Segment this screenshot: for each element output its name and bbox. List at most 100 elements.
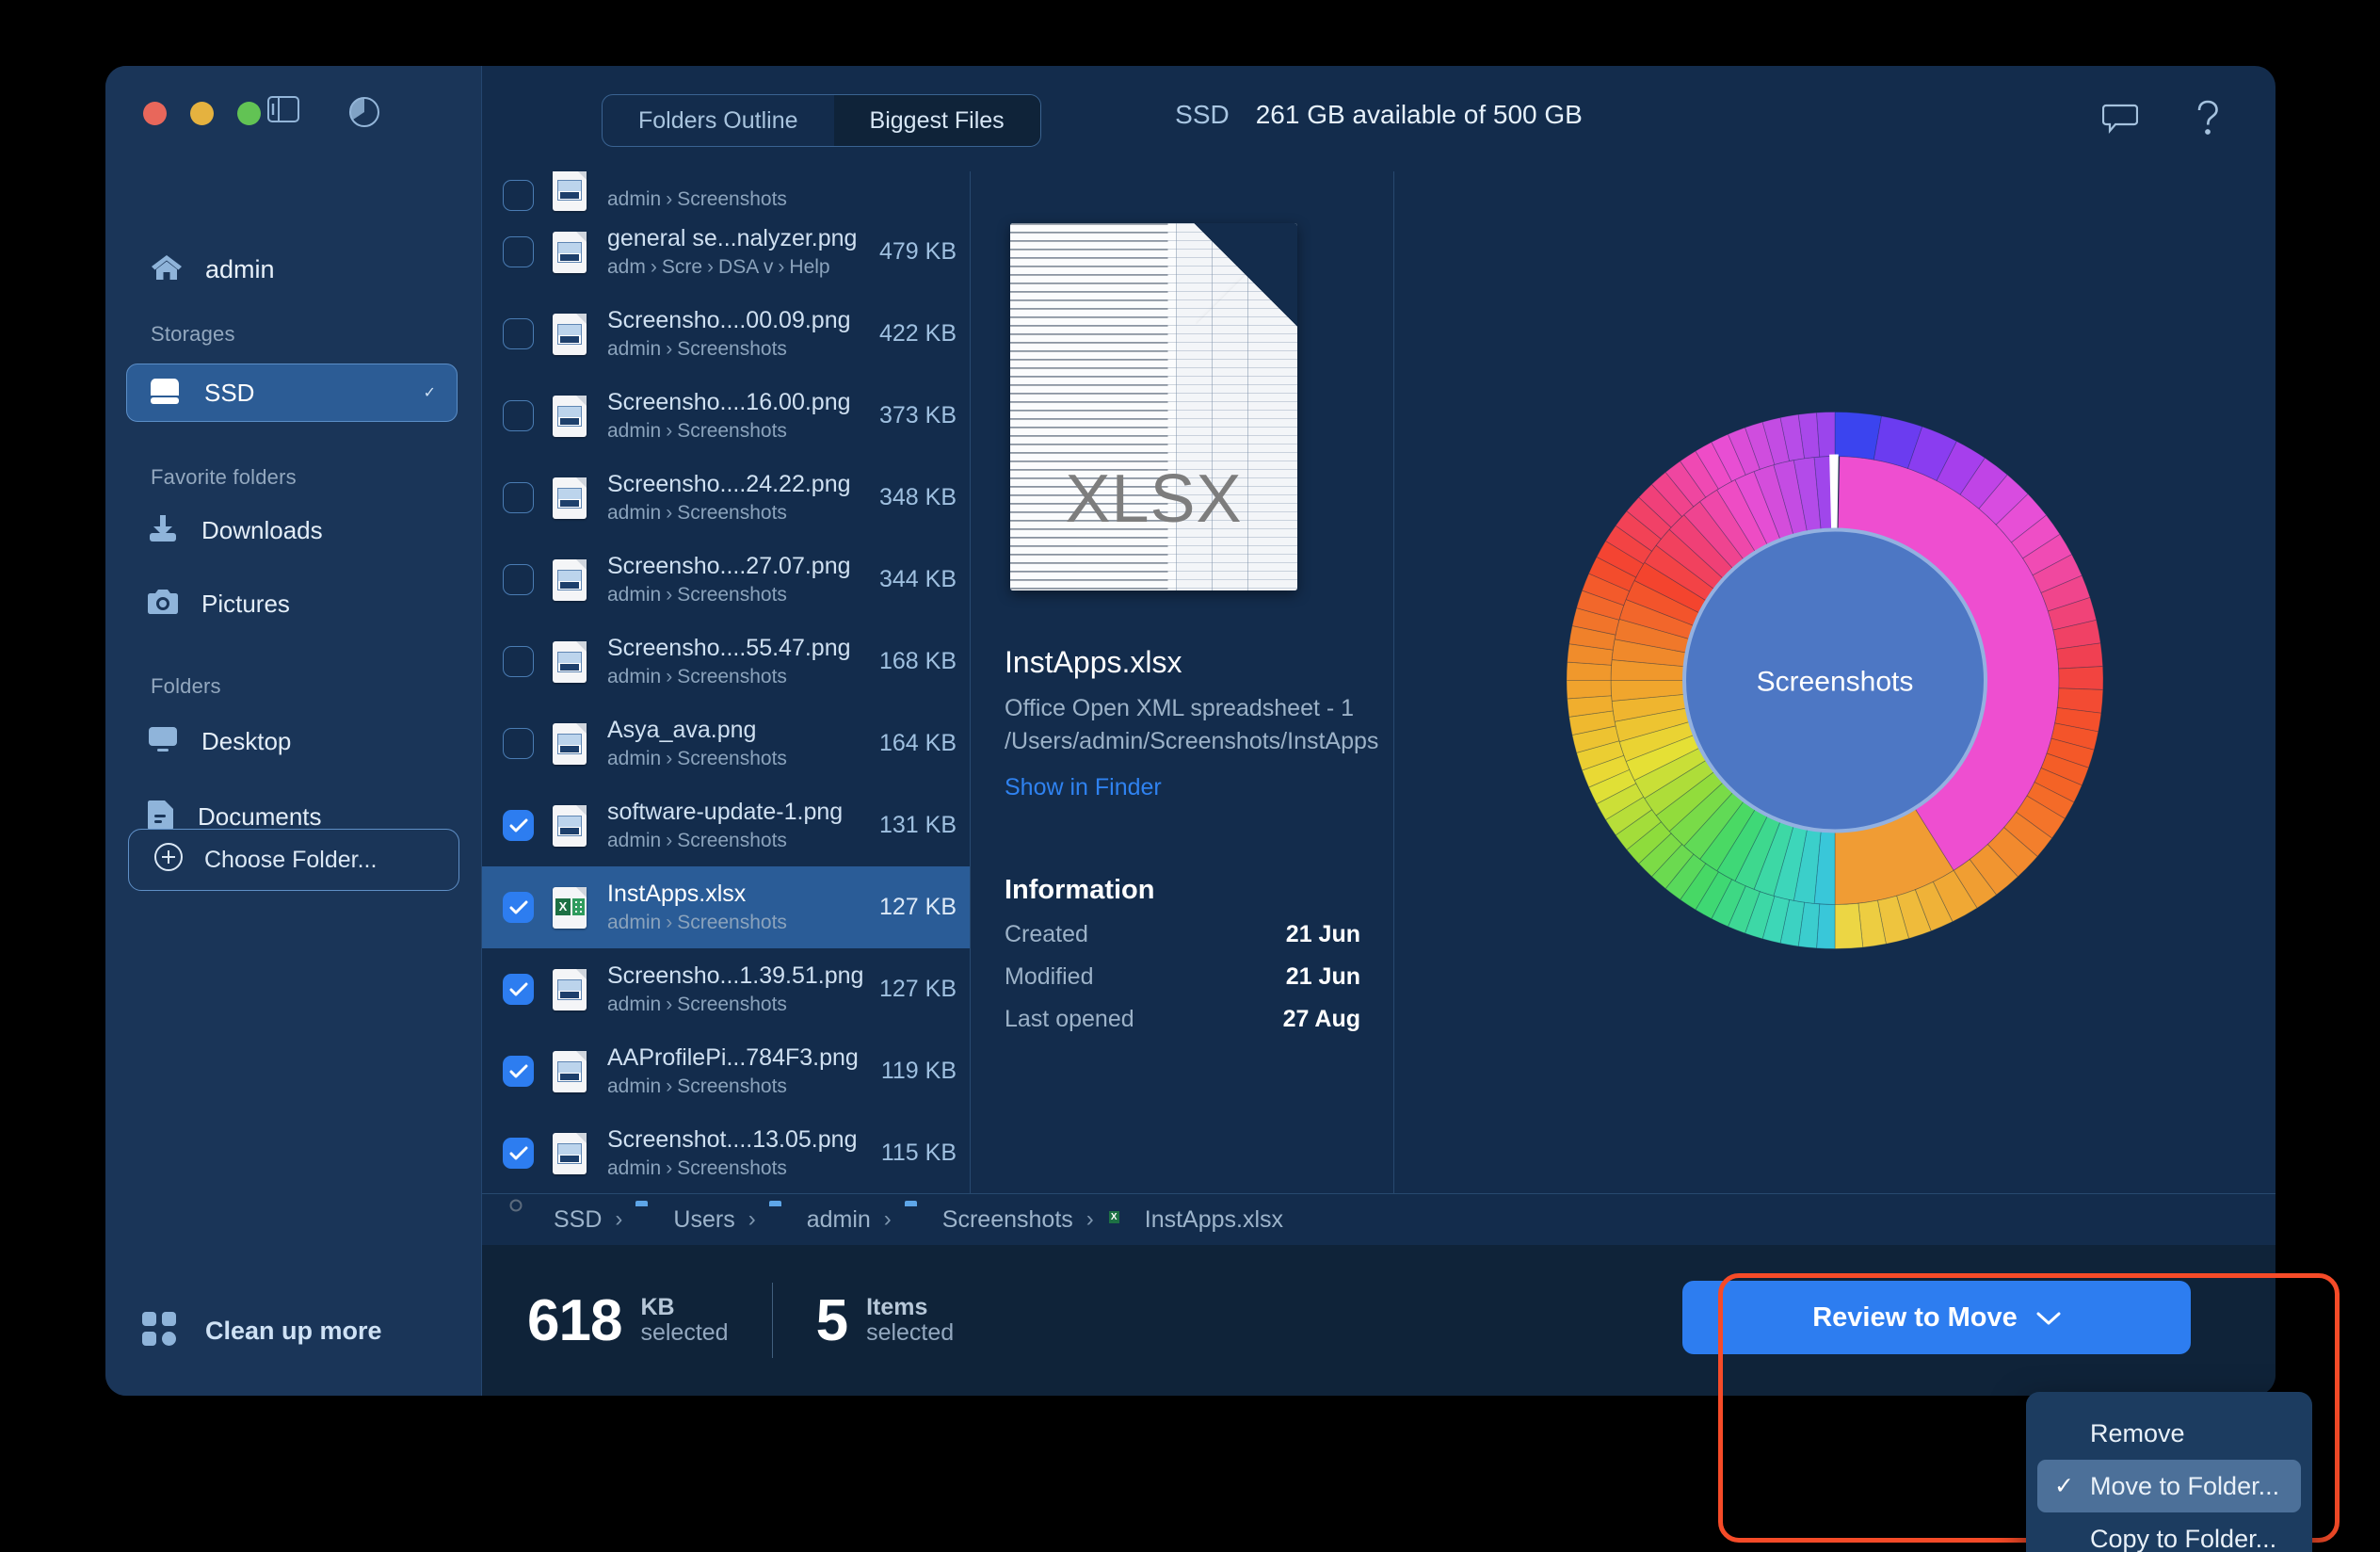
file-preview-thumbnail: XLSX bbox=[1010, 223, 1297, 590]
file-row[interactable]: Screensho....24.22.png admin › Screenshots 3… bbox=[482, 457, 970, 539]
sidebar-section-favorites: Favorite folders bbox=[151, 465, 297, 489]
file-row-checkbox[interactable] bbox=[503, 318, 534, 349]
info-key: Created bbox=[1005, 921, 1088, 947]
breadcrumb-item[interactable]: SSD bbox=[516, 1205, 602, 1234]
file-row-checkbox[interactable] bbox=[503, 236, 534, 267]
sidebar-item-ssd[interactable]: SSD ✓ bbox=[126, 364, 458, 422]
file-row[interactable]: Asya_ava.png admin › Screenshots 164 KB bbox=[482, 703, 970, 784]
png-file-icon bbox=[553, 804, 587, 847]
folder-icon bbox=[769, 1205, 796, 1234]
detail-file-title: InstApps.xlsx bbox=[1005, 645, 1182, 679]
file-row-size: 422 KB bbox=[878, 320, 957, 347]
file-row-checkbox[interactable] bbox=[503, 810, 534, 841]
file-row-meta: Screensho....16.00.png admin › Screenshots bbox=[607, 389, 879, 443]
png-file-icon bbox=[553, 722, 587, 765]
file-row-name: Screenshot....13.05.png bbox=[607, 1126, 858, 1153]
file-row-checkbox[interactable] bbox=[503, 646, 534, 677]
sidebar-item-pictures[interactable]: Pictures bbox=[126, 574, 458, 633]
file-row[interactable]: software-update-1.png admin › Screenshots 13… bbox=[482, 784, 970, 866]
sidebar: admin Storages SSD ✓ Favorite folders Do… bbox=[105, 66, 482, 1396]
screen-root: admin Storages SSD ✓ Favorite folders Do… bbox=[0, 0, 2380, 1552]
close-window-button[interactable] bbox=[143, 102, 167, 125]
file-row[interactable]: Screensho....16.00.png admin › Screenshots 3… bbox=[482, 375, 970, 457]
file-row[interactable]: Screensho....00.09.png admin › Screenshots 4… bbox=[482, 293, 970, 375]
review-action-dropdown-menu[interactable]: Remove ✓ Move to Folder... Copy to Folder..… bbox=[2026, 1392, 2312, 1552]
breadcrumb-item-label: admin bbox=[806, 1205, 871, 1233]
menu-item[interactable]: Copy to Folder... bbox=[2037, 1512, 2301, 1552]
sidebar-item-home[interactable]: admin bbox=[132, 245, 294, 295]
sunburst-outer-slice[interactable] bbox=[1834, 902, 1864, 949]
zoom-window-button[interactable] bbox=[237, 102, 261, 125]
xlsx-file-icon: X bbox=[553, 886, 587, 929]
file-row-checkbox[interactable] bbox=[503, 400, 534, 431]
breadcrumb-item[interactable]: admin bbox=[769, 1205, 871, 1234]
file-row-size: 344 KB bbox=[878, 566, 957, 592]
items-selected-stat: 5 Items selected bbox=[816, 1287, 955, 1354]
grid-icon bbox=[141, 1311, 177, 1351]
minimize-window-button[interactable] bbox=[190, 102, 214, 125]
menu-item-label: Move to Folder... bbox=[2090, 1471, 2280, 1500]
review-to-move-button[interactable]: Review to Move bbox=[1682, 1281, 2191, 1354]
show-in-finder-link[interactable]: Show in Finder bbox=[1005, 774, 1393, 801]
file-row-checkbox[interactable] bbox=[503, 564, 534, 595]
breadcrumb-item[interactable]: Screenshots bbox=[905, 1205, 1073, 1234]
info-value: 21 Jun bbox=[1285, 963, 1360, 990]
plus-circle-icon bbox=[153, 842, 184, 879]
breadcrumb-item[interactable]: Users bbox=[635, 1205, 734, 1234]
menu-item-label: Remove bbox=[2090, 1418, 2185, 1447]
file-row-path: admin › Screenshots bbox=[607, 502, 787, 524]
sunburst-outer-slice[interactable] bbox=[2058, 665, 2104, 690]
choose-folder-button[interactable]: Choose Folder... bbox=[128, 829, 459, 891]
file-row[interactable]: X InstApps.xlsx admin › Screenshots 127 KB bbox=[482, 866, 970, 948]
sidebar-toggle-icon[interactable] bbox=[267, 96, 299, 122]
file-row-checkbox[interactable] bbox=[503, 180, 534, 211]
help-question-icon[interactable] bbox=[2195, 100, 2221, 142]
file-row[interactable]: Screensho....27.07.png admin › Screenshots 3… bbox=[482, 539, 970, 621]
sunburst-chart[interactable]: Screenshots bbox=[1505, 350, 2164, 1014]
file-row-meta: Screensho...1.39.51.png admin › Screenshots bbox=[607, 962, 879, 1016]
file-row-checkbox[interactable] bbox=[503, 482, 534, 513]
sunburst-svg[interactable] bbox=[1505, 350, 2164, 1010]
sunburst-outer-slice[interactable] bbox=[1566, 679, 1612, 699]
tab-biggest-files[interactable]: Biggest Files bbox=[833, 95, 1040, 146]
sunburst-center-disc[interactable] bbox=[1682, 527, 1987, 833]
menu-item[interactable]: ✓ Move to Folder... bbox=[2037, 1460, 2301, 1512]
menu-item[interactable]: Remove bbox=[2037, 1407, 2301, 1460]
file-row[interactable]: Screensho...1.39.51.png admin › Screenshots… bbox=[482, 948, 970, 1030]
clean-up-more-button[interactable]: Clean up more bbox=[141, 1311, 382, 1351]
file-row[interactable]: Screensho....55.47.png admin › Screenshots 1… bbox=[482, 621, 970, 703]
file-row-path: admin › Screenshots bbox=[607, 420, 787, 442]
png-file-icon bbox=[553, 968, 587, 1010]
sidebar-item-pictures-label: Pictures bbox=[201, 589, 290, 618]
file-row-checkbox[interactable] bbox=[503, 1056, 534, 1087]
breadcrumb-separator: › bbox=[615, 1206, 623, 1232]
feedback-bubble-icon[interactable] bbox=[2101, 103, 2139, 139]
file-row[interactable]: admin › Screenshots bbox=[482, 171, 970, 211]
breadcrumb-separator: › bbox=[1085, 1206, 1094, 1232]
sidebar-item-desktop-label: Desktop bbox=[201, 726, 292, 755]
file-row[interactable]: AAProfilePi...784F3.png admin › Screenshots… bbox=[482, 1030, 970, 1112]
file-row[interactable]: Screenshot....13.05.png admin › Screenshots… bbox=[482, 1112, 970, 1193]
file-row-meta: admin › Screenshots bbox=[607, 185, 957, 211]
file-row-checkbox[interactable] bbox=[503, 974, 534, 1005]
pie-chart-icon[interactable] bbox=[348, 96, 380, 128]
file-row-checkbox[interactable] bbox=[503, 1138, 534, 1169]
sidebar-item-documents-label: Documents bbox=[198, 801, 322, 831]
breadcrumb[interactable]: SSD › Users › admin › Screenshots › InstApps.xls… bbox=[482, 1193, 2275, 1245]
choose-folder-label: Choose Folder... bbox=[204, 846, 378, 873]
sunburst-outer-slice[interactable] bbox=[1834, 411, 1882, 461]
file-row-checkbox[interactable] bbox=[503, 728, 534, 759]
file-list[interactable]: admin › Screenshots general se...nalyzer.pn… bbox=[482, 171, 971, 1193]
file-row[interactable]: general se...nalyzer.png adm › Scre › DSA v › H… bbox=[482, 211, 970, 293]
sidebar-item-downloads[interactable]: Downloads bbox=[126, 501, 458, 559]
size-selected-number: 618 bbox=[527, 1287, 622, 1353]
size-selected-suffix: selected bbox=[640, 1319, 729, 1346]
file-row-checkbox[interactable] bbox=[503, 892, 534, 923]
breadcrumb-item[interactable]: InstApps.xlsx bbox=[1107, 1205, 1283, 1234]
view-mode-segmented-control[interactable]: Folders Outline Biggest Files bbox=[602, 94, 1041, 147]
clean-up-more-label: Clean up more bbox=[205, 1317, 382, 1345]
sidebar-section-storages: Storages bbox=[151, 322, 235, 346]
tab-folders-outline[interactable]: Folders Outline bbox=[603, 95, 834, 146]
sidebar-item-desktop[interactable]: Desktop bbox=[126, 712, 458, 770]
sunburst-outer-slice[interactable] bbox=[1816, 411, 1836, 457]
